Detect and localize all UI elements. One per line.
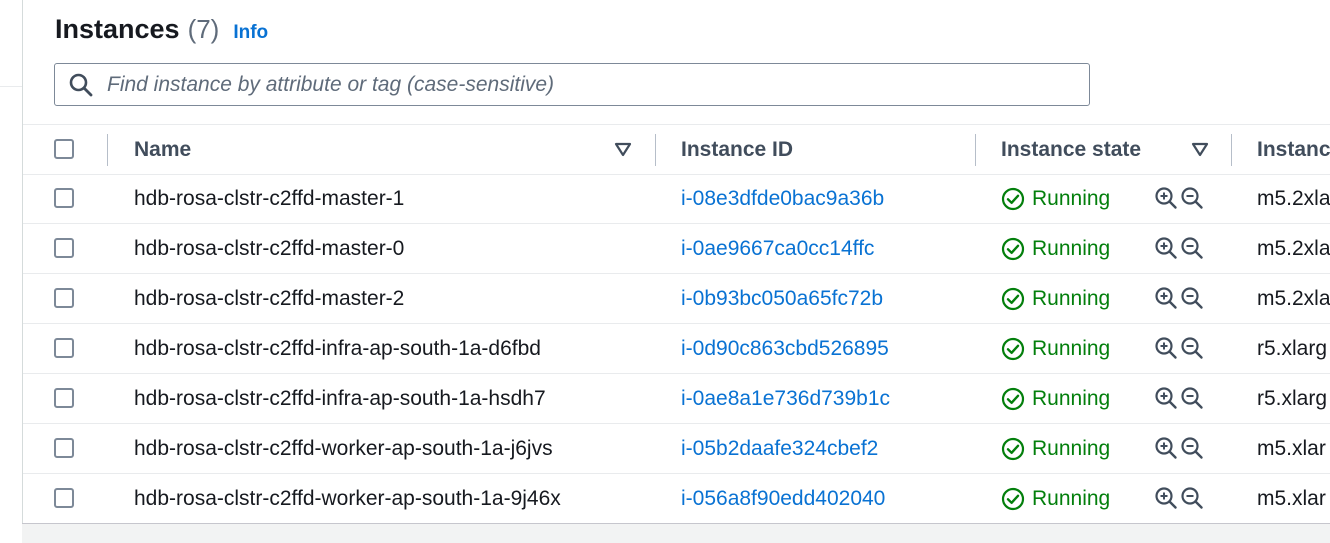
row-checkbox[interactable] xyxy=(54,488,74,508)
zoom-in-icon[interactable] xyxy=(1154,436,1178,460)
table-row[interactable]: hdb-rosa-clstr-c2ffd-master-2 i-0b93bc05… xyxy=(23,274,1330,324)
instance-name: hdb-rosa-clstr-c2ffd-master-0 xyxy=(134,236,405,260)
instance-name: hdb-rosa-clstr-c2ffd-infra-ap-south-1a-d… xyxy=(134,336,541,360)
table-row[interactable]: hdb-rosa-clstr-c2ffd-master-1 i-08e3dfde… xyxy=(23,174,1330,224)
column-resize-handle[interactable] xyxy=(975,134,976,166)
column-instance-state-label: Instance state xyxy=(1001,137,1142,161)
instance-id-link[interactable]: i-0ae8a1e736d739b1c xyxy=(681,374,890,423)
zoom-out-icon[interactable] xyxy=(1180,286,1204,310)
instance-name: hdb-rosa-clstr-c2ffd-worker-ap-south-1a-… xyxy=(134,486,561,510)
sort-triangle-icon[interactable] xyxy=(1190,139,1210,159)
instance-state: Running xyxy=(1001,474,1110,523)
zoom-in-icon[interactable] xyxy=(1154,336,1178,360)
zoom-in-icon[interactable] xyxy=(1154,386,1178,410)
zoom-out-icon[interactable] xyxy=(1180,486,1204,510)
check-circle-icon xyxy=(1001,187,1025,211)
zoom-out-icon[interactable] xyxy=(1180,436,1204,460)
search-input[interactable] xyxy=(105,65,1089,104)
check-circle-icon xyxy=(1001,487,1025,511)
page-footer-band xyxy=(22,523,1330,543)
instance-id-link[interactable]: i-05b2daafe324cbef2 xyxy=(681,424,878,473)
instance-state-text: Running xyxy=(1032,286,1111,310)
zoom-in-icon[interactable] xyxy=(1154,186,1178,210)
column-resize-handle[interactable] xyxy=(655,134,656,166)
table-row[interactable]: hdb-rosa-clstr-c2ffd-infra-ap-south-1a-h… xyxy=(23,374,1330,424)
check-circle-icon xyxy=(1001,387,1025,411)
check-circle-icon xyxy=(1001,237,1025,261)
left-gutter xyxy=(0,0,22,542)
instance-state-text: Running xyxy=(1032,486,1111,510)
table-row[interactable]: hdb-rosa-clstr-c2ffd-worker-ap-south-1a-… xyxy=(23,424,1330,474)
check-circle-icon xyxy=(1001,287,1025,311)
zoom-in-icon[interactable] xyxy=(1154,486,1178,510)
column-header-instance-state[interactable]: Instance state xyxy=(1001,125,1141,174)
table-row[interactable]: hdb-rosa-clstr-c2ffd-infra-ap-south-1a-d… xyxy=(23,324,1330,374)
instances-panel: Instances (7) Info Name Instance ID Inst… xyxy=(23,0,1330,524)
gutter-divider xyxy=(0,86,22,87)
column-instance-type-label: Instanc xyxy=(1257,137,1330,161)
instance-state-text: Running xyxy=(1032,436,1111,460)
check-circle-icon xyxy=(1001,437,1025,461)
instance-state: Running xyxy=(1001,224,1110,273)
instance-state-text: Running xyxy=(1032,386,1111,410)
instance-count: (7) xyxy=(187,14,220,44)
instance-state: Running xyxy=(1001,324,1110,373)
instance-name: hdb-rosa-clstr-c2ffd-worker-ap-south-1a-… xyxy=(134,436,553,460)
instance-state-text: Running xyxy=(1032,236,1111,260)
row-checkbox[interactable] xyxy=(54,338,74,358)
instance-type: r5.xlarg xyxy=(1257,386,1328,410)
panel-header: Instances (7) Info xyxy=(55,14,268,50)
column-header-instance-type[interactable]: Instanc xyxy=(1257,125,1330,174)
column-header-name[interactable]: Name xyxy=(134,125,191,174)
table-header: Name Instance ID Instance state Instanc xyxy=(23,124,1330,175)
column-resize-handle[interactable] xyxy=(1231,134,1232,166)
search-bar[interactable] xyxy=(54,63,1090,106)
table-row[interactable]: hdb-rosa-clstr-c2ffd-worker-ap-south-1a-… xyxy=(23,474,1330,524)
sort-triangle-icon[interactable] xyxy=(613,139,633,159)
row-checkbox[interactable] xyxy=(54,288,74,308)
instance-state: Running xyxy=(1001,274,1110,323)
instance-id-link[interactable]: i-0d90c863cbd526895 xyxy=(681,324,889,373)
zoom-out-icon[interactable] xyxy=(1180,236,1204,260)
instance-id-link[interactable]: i-056a8f90edd402040 xyxy=(681,474,885,523)
instance-name: hdb-rosa-clstr-c2ffd-master-2 xyxy=(134,286,405,310)
instance-state: Running xyxy=(1001,424,1110,473)
table-row[interactable]: hdb-rosa-clstr-c2ffd-master-0 i-0ae9667c… xyxy=(23,224,1330,274)
instance-id-link[interactable]: i-0b93bc050a65fc72b xyxy=(681,274,883,323)
zoom-in-icon[interactable] xyxy=(1154,286,1178,310)
search-icon xyxy=(67,71,95,99)
zoom-in-icon[interactable] xyxy=(1154,236,1178,260)
instance-state: Running xyxy=(1001,174,1110,223)
zoom-out-icon[interactable] xyxy=(1180,336,1204,360)
column-name-label: Name xyxy=(134,137,192,161)
instance-state-text: Running xyxy=(1032,336,1111,360)
instance-id-link[interactable]: i-08e3dfde0bac9a36b xyxy=(681,174,884,223)
info-link[interactable]: Info xyxy=(233,22,268,44)
instance-type: m5.xlar xyxy=(1257,436,1326,460)
page-title: Instances xyxy=(55,14,180,44)
select-all-checkbox[interactable] xyxy=(54,139,74,159)
check-circle-icon xyxy=(1001,337,1025,361)
instance-type: m5.2xla xyxy=(1257,286,1330,310)
instance-name: hdb-rosa-clstr-c2ffd-master-1 xyxy=(134,186,405,210)
instance-type: r5.xlarg xyxy=(1257,336,1328,360)
instance-name: hdb-rosa-clstr-c2ffd-infra-ap-south-1a-h… xyxy=(134,386,546,410)
row-checkbox[interactable] xyxy=(54,238,74,258)
instance-type: m5.2xla xyxy=(1257,186,1330,210)
column-instance-id-label: Instance ID xyxy=(681,137,794,161)
instance-state: Running xyxy=(1001,374,1110,423)
column-header-instance-id[interactable]: Instance ID xyxy=(681,125,793,174)
instance-id-link[interactable]: i-0ae9667ca0cc14ffc xyxy=(681,224,874,273)
zoom-out-icon[interactable] xyxy=(1180,386,1204,410)
column-divider xyxy=(107,134,108,166)
row-checkbox[interactable] xyxy=(54,438,74,458)
instance-type: m5.xlar xyxy=(1257,486,1326,510)
instance-type: m5.2xla xyxy=(1257,236,1330,260)
instance-state-text: Running xyxy=(1032,186,1111,210)
zoom-out-icon[interactable] xyxy=(1180,186,1204,210)
row-checkbox[interactable] xyxy=(54,188,74,208)
row-checkbox[interactable] xyxy=(54,388,74,408)
